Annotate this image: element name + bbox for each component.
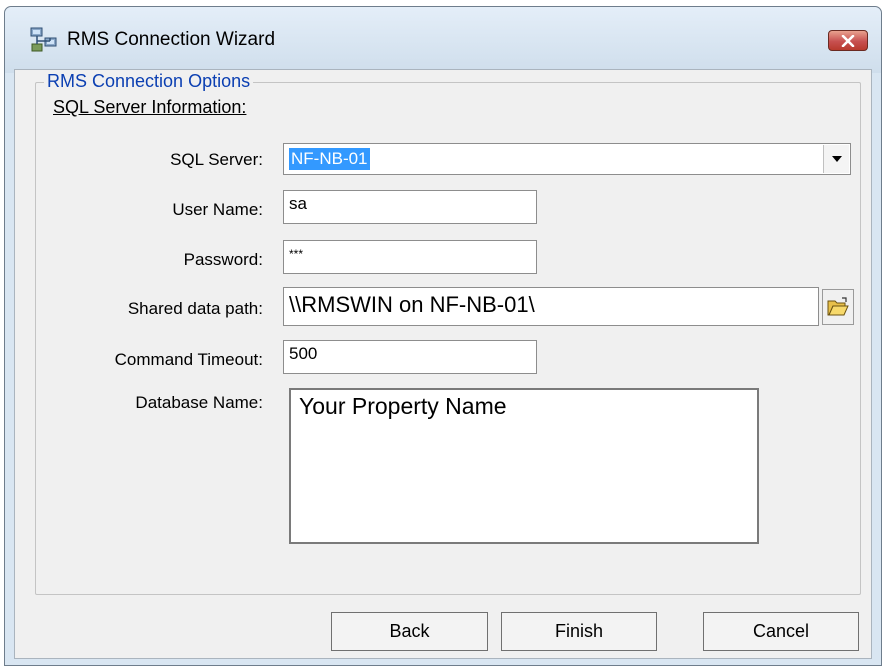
database-name-label: Database Name: [135, 393, 263, 412]
dialog-client-area: RMS Connection Options SQL Server Inform… [14, 69, 872, 659]
sql-server-combobox[interactable]: NF-NB-01 [283, 143, 851, 175]
back-button[interactable]: Back [331, 612, 488, 651]
network-computers-icon [30, 27, 57, 52]
close-icon [841, 34, 855, 47]
sql-server-label: SQL Server: [170, 150, 263, 169]
window-title: RMS Connection Wizard [67, 29, 276, 50]
title-bar[interactable]: RMS Connection Wizard [5, 7, 881, 73]
password-label: Password: [183, 250, 263, 269]
user-name-input[interactable]: sa [283, 190, 537, 224]
dropdown-button[interactable] [823, 145, 849, 173]
group-legend: RMS Connection Options [44, 71, 254, 92]
open-folder-icon [827, 297, 849, 316]
shared-data-path-label: Shared data path: [127, 299, 263, 318]
cancel-button[interactable]: Cancel [703, 612, 859, 651]
password-input[interactable]: *** [283, 240, 537, 274]
browse-folder-button[interactable] [822, 289, 854, 325]
finish-button[interactable]: Finish [501, 612, 657, 651]
database-name-textarea[interactable]: Your Property Name [289, 388, 759, 544]
shared-data-path-input[interactable]: \\RMSWIN on NF-NB-01\ [283, 287, 819, 326]
sql-server-value: NF-NB-01 [289, 148, 370, 170]
section-label: SQL Server Information: [53, 97, 247, 117]
command-timeout-label: Command Timeout: [114, 350, 263, 369]
chevron-down-icon [831, 156, 842, 162]
user-name-label: User Name: [172, 200, 263, 219]
close-button[interactable] [828, 30, 868, 51]
command-timeout-input[interactable]: 500 [283, 340, 537, 374]
wizard-window: RMS Connection Wizard RMS Connection Opt… [4, 6, 882, 666]
